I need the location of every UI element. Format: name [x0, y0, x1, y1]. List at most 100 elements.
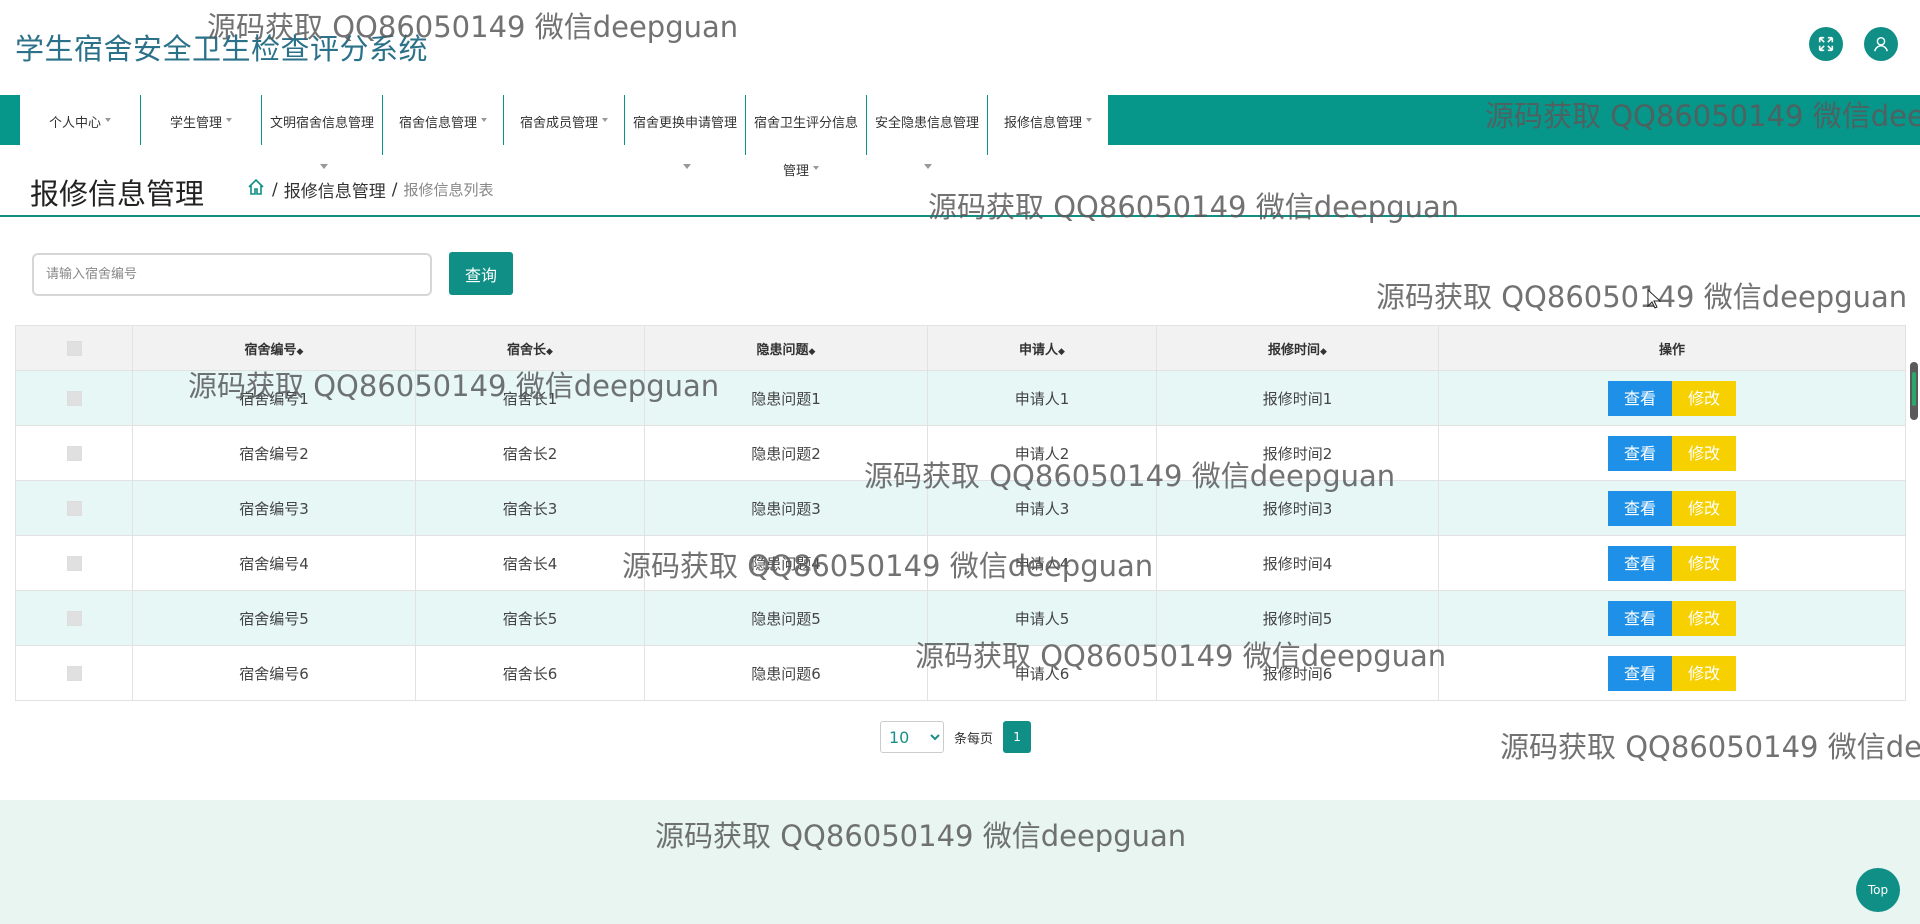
cell-dorm-no: 宿舍编号4	[132, 535, 416, 591]
nav-item-repair-info[interactable]: 报修信息管理	[988, 95, 1109, 145]
cell-applicant: 申请人4	[927, 535, 1157, 591]
nav-item-personal-center[interactable]: 个人中心	[20, 95, 141, 145]
table-row: 宿舍编号3 宿舍长3 隐患问题3 申请人3 报修时间3 查看 修改	[15, 480, 1906, 536]
cell-issue: 隐患问题2	[644, 425, 928, 481]
cell-issue: 隐患问题1	[644, 370, 928, 426]
row-select[interactable]	[15, 425, 133, 481]
cell-actions: 查看 修改	[1438, 425, 1906, 481]
repair-table: 宿舍编号◆ 宿舍长◆ 隐患问题◆ 申请人◆ 报修时间◆ 操作 宿舍编号1 宿舍长…	[15, 325, 1906, 701]
cell-applicant: 申请人5	[927, 590, 1157, 646]
cell-applicant: 申请人6	[927, 645, 1157, 701]
fullscreen-button[interactable]	[1809, 27, 1843, 61]
search-button[interactable]: 查询	[449, 252, 513, 295]
row-select[interactable]	[15, 590, 133, 646]
view-button[interactable]: 查看	[1608, 490, 1672, 526]
cell-applicant: 申请人1	[927, 370, 1157, 426]
view-button[interactable]: 查看	[1608, 435, 1672, 471]
row-select[interactable]	[15, 370, 133, 426]
sort-icon[interactable]: ◆	[297, 347, 304, 357]
column-header: 操作	[1438, 325, 1906, 371]
cell-leader: 宿舍长6	[415, 645, 645, 701]
row-select[interactable]	[15, 645, 133, 701]
view-button[interactable]: 查看	[1608, 545, 1672, 581]
edit-button[interactable]: 修改	[1672, 600, 1736, 636]
user-icon	[1874, 36, 1888, 52]
cell-time: 报修时间3	[1156, 480, 1439, 536]
nav-label: 个人中心	[48, 116, 101, 131]
edit-button[interactable]: 修改	[1672, 490, 1736, 526]
search-input[interactable]	[32, 253, 432, 296]
nav-item-dorm-info[interactable]: 宿舍信息管理	[383, 95, 504, 145]
edit-button[interactable]: 修改	[1672, 435, 1736, 471]
nav-item-safety-hazard[interactable]: 安全隐患信息管理	[867, 95, 988, 155]
row-checkbox[interactable]	[66, 556, 82, 571]
cell-dorm-no: 宿舍编号6	[132, 645, 416, 701]
pagination: 10 条每页 1	[880, 721, 1032, 753]
back-to-top-button[interactable]: Top	[1856, 868, 1900, 912]
cell-applicant: 申请人2	[927, 425, 1157, 481]
view-button[interactable]: 查看	[1608, 600, 1672, 636]
table-row: 宿舍编号6 宿舍长6 隐患问题6 申请人6 报修时间6 查看 修改	[15, 645, 1906, 701]
column-header[interactable]: 宿舍长◆	[415, 325, 645, 371]
page-number-button[interactable]: 1	[1003, 721, 1032, 753]
sort-icon[interactable]: ◆	[809, 347, 816, 357]
home-icon[interactable]	[246, 177, 266, 202]
expand-icon	[1818, 36, 1834, 52]
row-checkbox[interactable]	[66, 446, 82, 461]
select-all-cell[interactable]	[15, 325, 133, 371]
nav-item-hygiene-score[interactable]: 宿舍卫生评分信息	[746, 95, 867, 155]
cell-issue: 隐患问题5	[644, 590, 928, 646]
row-checkbox[interactable]	[66, 391, 82, 406]
sort-icon[interactable]: ◆	[546, 347, 553, 357]
column-header[interactable]: 宿舍编号◆	[132, 325, 416, 371]
row-select[interactable]	[15, 535, 133, 591]
column-header[interactable]: 隐患问题◆	[644, 325, 928, 371]
edit-button[interactable]: 修改	[1672, 380, 1736, 416]
per-page-label: 条每页	[954, 731, 994, 747]
nav-label: 安全隐患信息管理	[874, 116, 979, 131]
cell-leader: 宿舍长4	[415, 535, 645, 591]
row-checkbox[interactable]	[66, 666, 82, 681]
breadcrumb-sep: /	[391, 179, 398, 200]
nav-item-dorm-change[interactable]: 宿舍更换申请管理	[625, 95, 746, 155]
sort-icon[interactable]: ◆	[1320, 347, 1327, 357]
edit-button[interactable]: 修改	[1672, 545, 1736, 581]
watermark: 源码获取 QQ86050149 微信deepguan	[1500, 730, 1920, 764]
view-button[interactable]: 查看	[1608, 380, 1672, 416]
row-select[interactable]	[15, 480, 133, 536]
nav-item-student-management[interactable]: 学生管理	[141, 95, 262, 145]
caret-down-icon	[481, 118, 487, 122]
select-all-checkbox[interactable]	[66, 340, 82, 356]
nav-item-dorm-members[interactable]: 宿舍成员管理	[504, 95, 625, 145]
row-checkbox[interactable]	[66, 501, 82, 516]
cell-actions: 查看 修改	[1438, 645, 1906, 701]
header: 学生宿舍安全卫生检查评分系统	[0, 0, 1920, 95]
caret-down-icon	[105, 118, 111, 122]
cell-issue: 隐患问题3	[644, 480, 928, 536]
page-title: 报修信息管理	[30, 177, 205, 211]
table-row: 宿舍编号4 宿舍长4 隐患问题4 申请人4 报修时间4 查看 修改	[15, 535, 1906, 591]
cell-issue: 隐患问题4	[644, 535, 928, 591]
nav-label: 宿舍成员管理	[519, 116, 598, 131]
user-button[interactable]	[1864, 27, 1898, 61]
cell-leader: 宿舍长3	[415, 480, 645, 536]
cell-dorm-no: 宿舍编号3	[132, 480, 416, 536]
breadcrumb-section[interactable]: 报修信息管理	[284, 177, 386, 202]
cell-time: 报修时间4	[1156, 535, 1439, 591]
table-header: 宿舍编号◆ 宿舍长◆ 隐患问题◆ 申请人◆ 报修时间◆ 操作	[15, 325, 1906, 371]
view-button[interactable]: 查看	[1608, 655, 1672, 691]
caret-down-icon	[226, 118, 232, 122]
cell-leader: 宿舍长2	[415, 425, 645, 481]
row-checkbox[interactable]	[66, 611, 82, 626]
cell-time: 报修时间2	[1156, 425, 1439, 481]
nav-label: 学生管理	[169, 116, 222, 131]
column-header[interactable]: 申请人◆	[927, 325, 1157, 371]
sort-icon[interactable]: ◆	[1058, 347, 1065, 357]
cell-time: 报修时间1	[1156, 370, 1439, 426]
column-header[interactable]: 报修时间◆	[1156, 325, 1439, 371]
cell-actions: 查看 修改	[1438, 370, 1906, 426]
nav-item-civilized-dorm[interactable]: 文明宿舍信息管理	[262, 95, 383, 155]
page-size-select[interactable]: 10	[880, 721, 944, 753]
scrollbar-thumb[interactable]	[1910, 362, 1918, 420]
edit-button[interactable]: 修改	[1672, 655, 1736, 691]
